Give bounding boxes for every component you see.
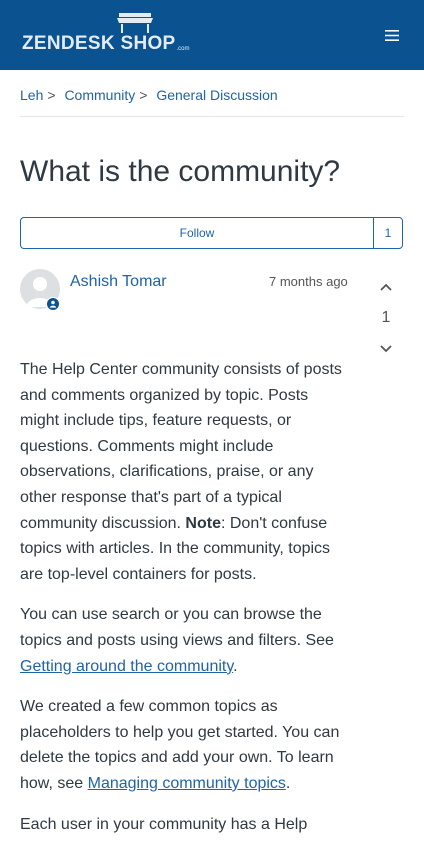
- note-label: Note: [185, 514, 221, 532]
- post: Ashish Tomar 7 months ago 1 The Help Cen…: [20, 269, 404, 837]
- breadcrumb-separator: >: [139, 87, 148, 103]
- paragraph-text: You can use search or you can browse the…: [20, 606, 334, 649]
- downvote-button[interactable]: [376, 341, 396, 357]
- follower-count: 1: [373, 217, 403, 249]
- logo-suffix: .com: [176, 46, 190, 52]
- vote-control: 1: [376, 279, 396, 357]
- logo[interactable]: ZENDESK SHOP .com: [22, 13, 190, 55]
- post-body: The Help Center community consists of po…: [20, 357, 348, 837]
- follow-button[interactable]: Follow: [20, 217, 373, 249]
- follow-control: Follow 1: [20, 217, 403, 249]
- breadcrumb-item-general-discussion[interactable]: General Discussion: [156, 87, 277, 103]
- post-timestamp: 7 months ago: [269, 274, 348, 289]
- site-header: ZENDESK SHOP .com: [0, 0, 424, 70]
- menu-button[interactable]: [382, 25, 402, 45]
- chevron-down-icon: [380, 345, 392, 353]
- author-name[interactable]: Ashish Tomar: [70, 273, 167, 329]
- breadcrumb: Leh > Community > General Discussion: [20, 70, 404, 117]
- breadcrumb-item-community[interactable]: Community: [64, 87, 135, 103]
- vote-count: 1: [381, 309, 391, 326]
- paragraph-end: .: [285, 774, 291, 792]
- upvote-button[interactable]: [376, 279, 396, 295]
- hamburger-icon: [385, 29, 399, 41]
- paragraph-text: The Help Center community consists of po…: [20, 361, 342, 532]
- post-paragraph: Each user in your community has a Help: [20, 812, 348, 838]
- breadcrumb-item-home[interactable]: Leh: [20, 87, 43, 103]
- getting-around-link[interactable]: Getting around the community: [20, 658, 233, 675]
- post-paragraph: The Help Center community consists of po…: [20, 357, 348, 587]
- managing-topics-link[interactable]: Managing community topics: [88, 775, 286, 792]
- breadcrumb-separator: >: [47, 87, 56, 103]
- post-paragraph: You can use search or you can browse the…: [20, 602, 348, 679]
- agent-icon: [47, 298, 59, 310]
- shop-awning-icon: [117, 13, 153, 33]
- post-author: Ashish Tomar 7 months ago: [20, 269, 404, 329]
- post-paragraph: We created a few common topics as placeh…: [20, 694, 348, 796]
- paragraph-end: .: [233, 657, 238, 675]
- paragraph-text: Each user in your community has a Help: [20, 815, 308, 833]
- agent-badge: [46, 297, 60, 311]
- logo-text: ZENDESK SHOP: [22, 33, 176, 54]
- chevron-up-icon: [380, 283, 392, 291]
- page-title: What is the community?: [20, 155, 341, 188]
